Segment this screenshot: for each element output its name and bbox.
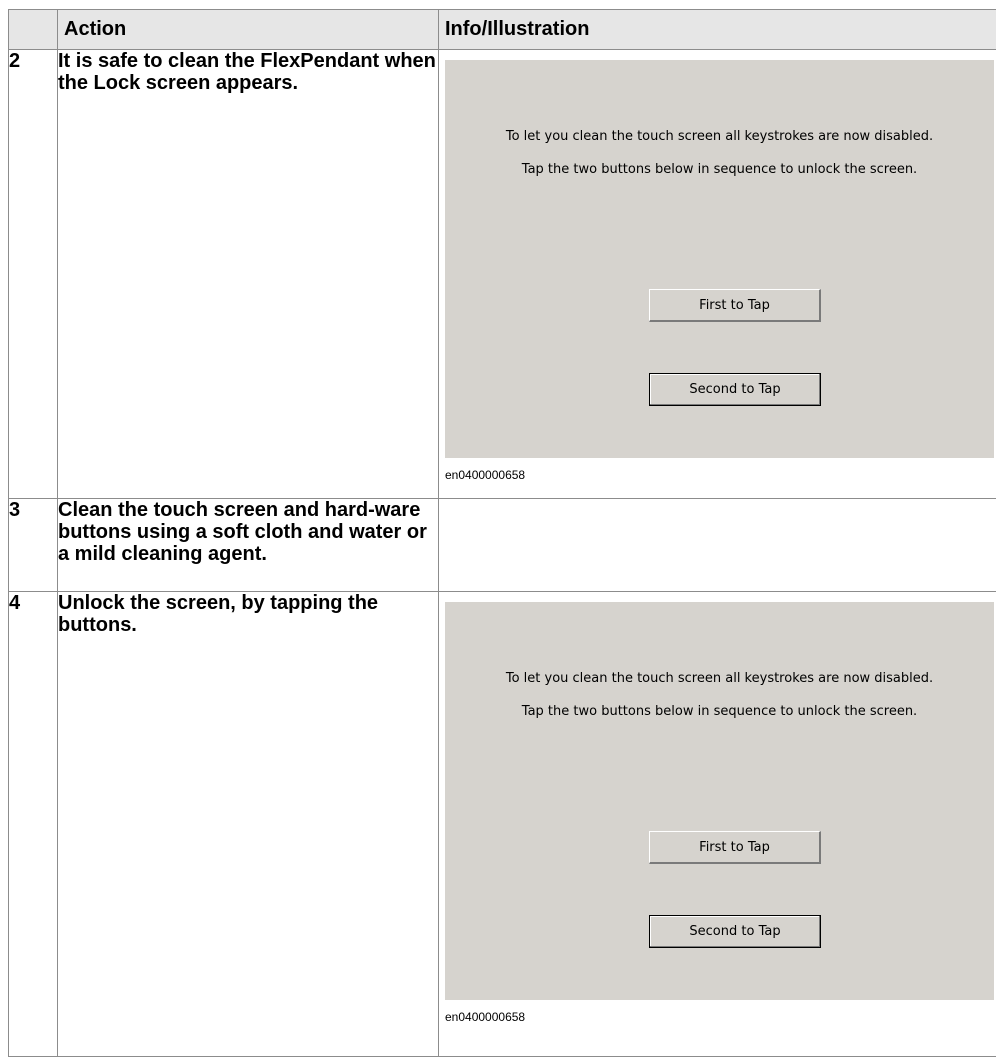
lock-message-line2: Tap the two buttons below in sequence to…: [521, 162, 918, 177]
header-number: [8, 9, 58, 50]
lock-screen-illustration: To let you clean the touch screen all ke…: [445, 602, 994, 1000]
table-row: 3 Clean the touch screen and hard-ware b…: [8, 498, 996, 592]
lock-screen-illustration: To let you clean the touch screen all ke…: [445, 60, 994, 458]
step-action: Unlock the screen, by tapping the button…: [57, 591, 439, 1057]
step-action: Clean the touch screen and hard-ware but…: [57, 498, 439, 592]
step-info: To let you clean the touch screen all ke…: [438, 591, 996, 1057]
lock-message-line2: Tap the two buttons below in sequence to…: [521, 704, 918, 719]
step-number: 4: [8, 591, 58, 1057]
steps-table: Action Info/Illustration 2 It is safe to…: [8, 9, 996, 1057]
step-info: [438, 498, 996, 592]
second-to-tap-button[interactable]: Second to Tap: [649, 373, 821, 406]
lock-message-line1: To let you clean the touch screen all ke…: [505, 129, 934, 144]
step-number: 2: [8, 49, 58, 499]
step-action: It is safe to clean the FlexPendant when…: [57, 49, 439, 499]
table-row: 2 It is safe to clean the FlexPendant wh…: [8, 49, 996, 499]
second-to-tap-button[interactable]: Second to Tap: [649, 915, 821, 948]
table-header-row: Action Info/Illustration: [8, 9, 996, 50]
step-info: To let you clean the touch screen all ke…: [438, 49, 996, 499]
table-row: 4 Unlock the screen, by tapping the butt…: [8, 591, 996, 1057]
first-to-tap-button[interactable]: First to Tap: [649, 289, 821, 322]
first-to-tap-button[interactable]: First to Tap: [649, 831, 821, 864]
step-number: 3: [8, 498, 58, 592]
illustration-caption: en0400000658: [445, 468, 526, 482]
header-info: Info/Illustration: [438, 9, 996, 50]
lock-message-line1: To let you clean the touch screen all ke…: [505, 671, 934, 686]
illustration-caption: en0400000658: [445, 1010, 526, 1024]
header-action: Action: [57, 9, 439, 50]
